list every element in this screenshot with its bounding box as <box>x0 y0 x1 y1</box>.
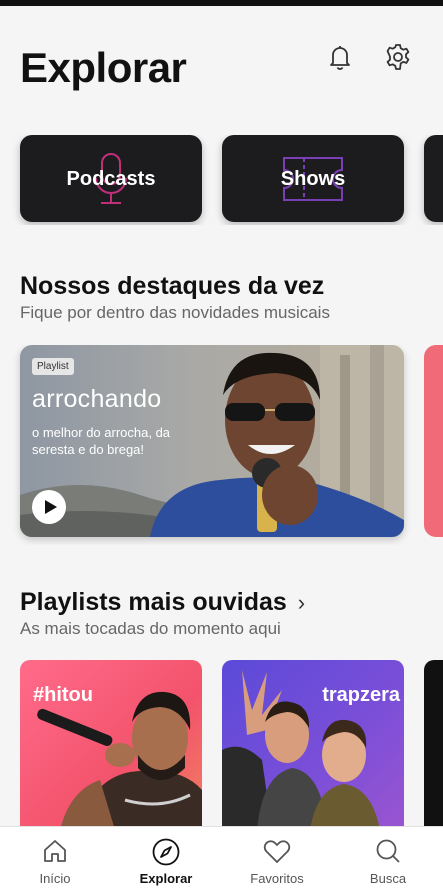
featured-card-title: arrochando <box>32 385 162 413</box>
featured-card-description: o melhor do arrocha, da seresta e do bre… <box>32 425 171 457</box>
heart-icon <box>263 840 291 863</box>
play-button[interactable] <box>32 490 66 524</box>
nav-label: Busca <box>369 871 407 886</box>
playlists-title[interactable]: Playlists mais ouvidas › <box>20 588 305 617</box>
featured-carousel: Playlist arrochando o melhor do arrocha,… <box>0 345 443 545</box>
nav-label: Início <box>39 871 71 886</box>
page-title: Explorar <box>20 44 187 91</box>
nav-label: Favoritos <box>250 871 304 886</box>
playlists-carousel: #hitou trapzera <box>0 660 443 830</box>
category-row: Podcasts Shows <box>0 135 443 225</box>
nav-item-busca[interactable]: Busca <box>333 827 443 893</box>
play-icon <box>45 500 57 514</box>
playlists-subtitle: As mais tocadas do momento aqui <box>20 619 281 638</box>
nav-label: Explorar <box>139 871 193 886</box>
playlist-card-hitou[interactable]: #hitou <box>20 660 202 830</box>
featured-card-next[interactable] <box>424 345 443 537</box>
bottom-nav: Início Explorar Favoritos Busca <box>0 826 443 893</box>
playlist-badge: Playlist <box>32 358 74 375</box>
playlist-card-trapzera[interactable]: trapzera <box>222 660 404 830</box>
featured-title: Nossos destaques da vez <box>20 272 325 300</box>
podcasts-card[interactable]: Podcasts <box>20 135 202 222</box>
category-card-partial[interactable] <box>424 135 443 222</box>
nav-item-favoritos[interactable]: Favoritos <box>222 827 332 893</box>
playlist-card-title: trapzera <box>322 684 400 706</box>
podcasts-label: Podcasts <box>66 168 156 190</box>
nav-item-explorar[interactable]: Explorar <box>111 827 221 893</box>
home-icon <box>44 840 66 862</box>
search-icon <box>376 839 400 863</box>
compass-icon <box>152 838 180 866</box>
gear-icon[interactable] <box>383 42 413 72</box>
shows-card[interactable]: Shows <box>222 135 404 222</box>
featured-subtitle: Fique por dentro das novidades musicais <box>20 303 330 322</box>
bell-icon[interactable] <box>325 42 355 72</box>
playlist-card-partial[interactable] <box>424 660 443 830</box>
playlist-card-title: #hitou <box>33 684 93 706</box>
header: Explorar <box>0 6 443 126</box>
chevron-right-icon: › <box>297 590 306 615</box>
shows-label: Shows <box>280 168 346 190</box>
featured-card-arrochando[interactable]: Playlist arrochando o melhor do arrocha,… <box>20 345 404 537</box>
nav-item-inicio[interactable]: Início <box>0 827 110 893</box>
